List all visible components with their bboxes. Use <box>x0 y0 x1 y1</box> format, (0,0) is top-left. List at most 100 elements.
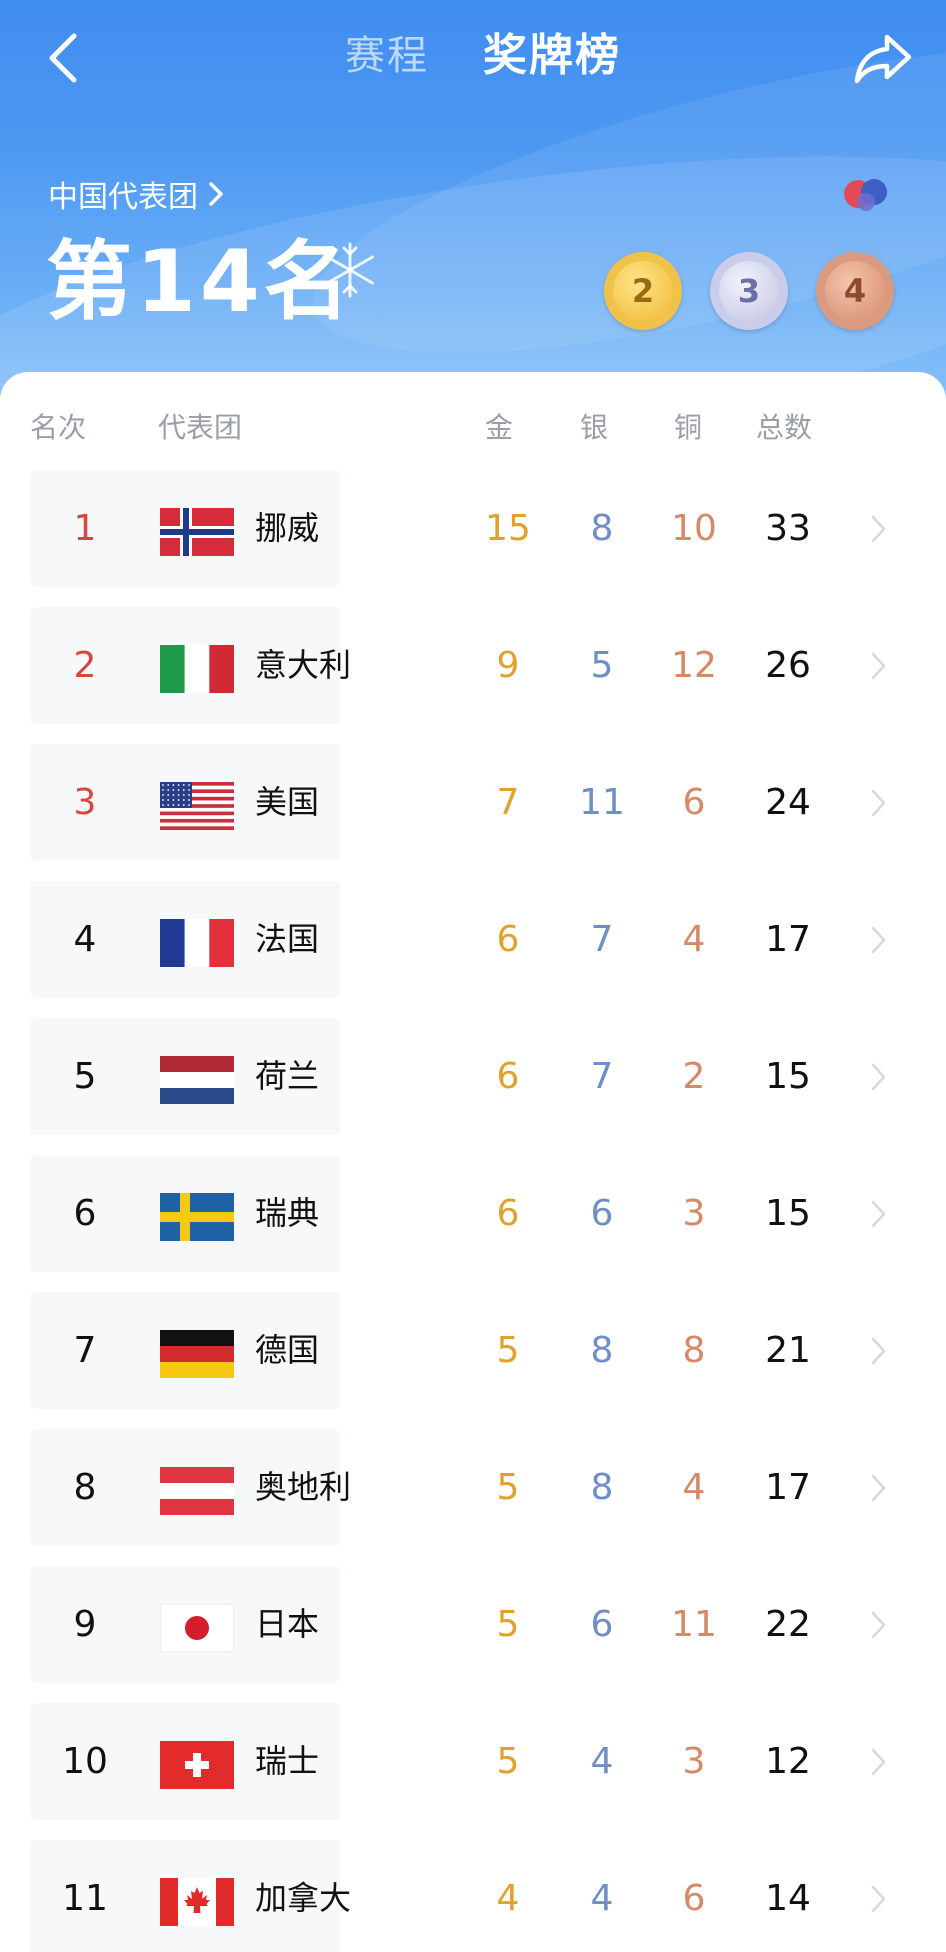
row-bronze-count: 11 <box>671 1604 717 1645</box>
table-row[interactable]: 1 挪威 15 8 10 33 <box>0 460 946 597</box>
row-total-count: 17 <box>765 919 811 960</box>
usa-flag-icon <box>160 782 234 830</box>
chevron-right-icon <box>871 1063 886 1091</box>
row-total-count: 12 <box>765 1741 811 1782</box>
row-team-name: 加拿大 <box>255 1879 352 1917</box>
chevron-right-icon <box>871 1200 886 1228</box>
row-rank: 4 <box>73 919 97 960</box>
row-total-count: 15 <box>765 1193 811 1234</box>
delegation-label: 中国代表团 <box>48 180 198 215</box>
header-team: 代表团 <box>158 411 243 444</box>
row-bronze-count: 6 <box>682 1878 706 1919</box>
table-row[interactable]: 11 加拿大 4 4 6 14 <box>0 1830 946 1952</box>
row-bronze-count: 4 <box>682 919 706 960</box>
canada-flag-icon <box>160 1878 234 1926</box>
tab-medal-table[interactable]: 奖牌榜 <box>483 24 621 88</box>
row-silver-count: 5 <box>590 645 614 686</box>
row-team-name: 意大利 <box>255 646 352 684</box>
row-gold-count: 9 <box>496 645 520 686</box>
japan-flag-icon <box>160 1604 234 1652</box>
table-row[interactable]: 9 日本 5 6 11 22 <box>0 1556 946 1693</box>
chevron-right-icon <box>871 926 886 954</box>
row-rank: 5 <box>73 1056 97 1097</box>
row-rank: 9 <box>73 1604 97 1645</box>
delegation-link[interactable]: 中国代表团 <box>48 172 224 216</box>
gold-medal-count: 2 <box>631 272 655 310</box>
austria-flag-icon <box>160 1467 234 1515</box>
netherlands-flag-icon <box>160 1056 234 1104</box>
norway-flag-icon <box>160 508 234 556</box>
top-navigation-bar: 赛程 奖牌榜 <box>0 0 946 115</box>
table-row[interactable]: 5 荷兰 6 7 2 15 <box>0 1008 946 1145</box>
row-team-name: 德国 <box>255 1331 320 1369</box>
row-team-name: 瑞士 <box>255 1742 320 1780</box>
mascot-icon <box>844 179 887 211</box>
row-silver-count: 8 <box>590 508 614 549</box>
row-gold-count: 5 <box>496 1604 520 1645</box>
header-gold: 金 <box>485 411 514 444</box>
row-total-count: 33 <box>765 508 811 549</box>
gold-medal-badge: 2 <box>604 252 682 330</box>
sweden-flag-icon <box>160 1193 234 1241</box>
row-total-count: 15 <box>765 1056 811 1097</box>
row-total-count: 26 <box>765 645 811 686</box>
row-silver-count: 6 <box>590 1604 614 1645</box>
row-bronze-count: 6 <box>682 782 706 823</box>
header-bronze: 铜 <box>674 411 703 444</box>
table-row[interactable]: 3 美国 7 11 6 24 <box>0 734 946 871</box>
row-rank: 3 <box>73 782 97 823</box>
row-silver-count: 6 <box>590 1193 614 1234</box>
row-total-count: 21 <box>765 1330 811 1371</box>
chevron-right-icon <box>871 1748 886 1776</box>
chevron-right-icon <box>871 789 886 817</box>
header-silver: 银 <box>580 411 609 444</box>
row-bronze-count: 12 <box>671 645 717 686</box>
row-rank: 1 <box>73 508 97 549</box>
row-rank: 2 <box>73 645 97 686</box>
row-bronze-count: 2 <box>682 1056 706 1097</box>
row-gold-count: 15 <box>485 508 531 549</box>
share-button[interactable] <box>850 26 916 90</box>
table-row[interactable]: 8 奥地利 5 8 4 17 <box>0 1419 946 1556</box>
row-total-count: 14 <box>765 1878 811 1919</box>
snowflake-icon <box>326 242 374 298</box>
chevron-right-icon <box>209 182 223 206</box>
silver-medal-badge: 3 <box>710 252 788 330</box>
bronze-medal-count: 4 <box>843 272 867 310</box>
row-bronze-count: 3 <box>682 1741 706 1782</box>
row-rank: 6 <box>73 1193 97 1234</box>
row-team-name: 法国 <box>255 920 320 958</box>
row-rank: 8 <box>73 1467 97 1508</box>
row-silver-count: 8 <box>590 1467 614 1508</box>
header-tabs: 赛程 奖牌榜 <box>0 24 946 88</box>
row-gold-count: 6 <box>496 1193 520 1234</box>
chevron-right-icon <box>871 1611 886 1639</box>
row-gold-count: 7 <box>496 782 520 823</box>
row-silver-count: 7 <box>590 919 614 960</box>
table-row[interactable]: 7 德国 5 8 8 21 <box>0 1282 946 1419</box>
chevron-right-icon <box>871 1337 886 1365</box>
header-rank: 名次 <box>30 411 87 444</box>
row-bronze-count: 8 <box>682 1330 706 1371</box>
row-silver-count: 4 <box>590 1741 614 1782</box>
switzerland-flag-icon <box>160 1741 234 1789</box>
row-gold-count: 4 <box>496 1878 520 1919</box>
table-row[interactable]: 10 瑞士 5 4 3 12 <box>0 1693 946 1830</box>
row-total-count: 22 <box>765 1604 811 1645</box>
tab-schedule[interactable]: 赛程 <box>345 24 429 88</box>
table-row[interactable]: 2 意大利 9 5 12 26 <box>0 597 946 734</box>
row-rank: 10 <box>62 1741 108 1782</box>
italy-flag-icon <box>160 645 234 693</box>
table-row[interactable]: 4 法国 6 7 4 17 <box>0 871 946 1008</box>
row-gold-count: 6 <box>496 1056 520 1097</box>
chevron-right-icon <box>871 1474 886 1502</box>
row-silver-count: 8 <box>590 1330 614 1371</box>
row-team-name: 瑞典 <box>255 1194 320 1232</box>
row-gold-count: 5 <box>496 1467 520 1508</box>
delegation-rank: 第14名 <box>46 232 354 332</box>
silver-medal-count: 3 <box>737 272 761 310</box>
row-gold-count: 5 <box>496 1330 520 1371</box>
row-team-name: 荷兰 <box>255 1057 320 1095</box>
table-row[interactable]: 6 瑞典 6 6 3 15 <box>0 1145 946 1282</box>
row-bronze-count: 3 <box>682 1193 706 1234</box>
